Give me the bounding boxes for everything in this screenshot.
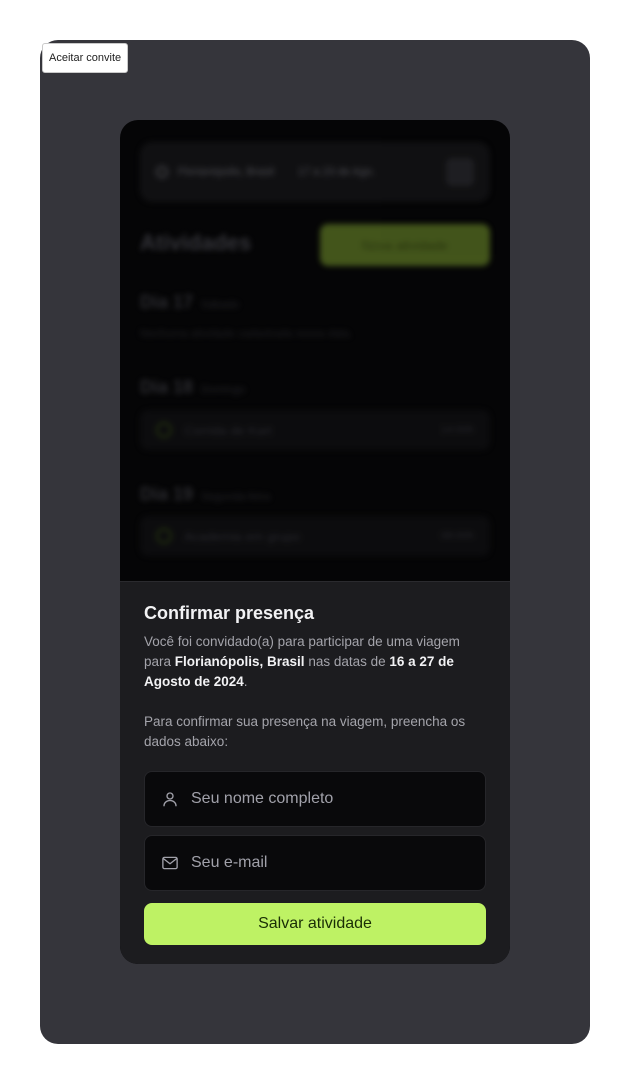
destination-highlight: Florianópolis, Brasil	[174, 654, 305, 669]
map-pin-icon	[156, 166, 168, 178]
mail-icon	[161, 854, 179, 872]
modal-description: Você foi convidado(a) para participar de…	[144, 632, 486, 692]
activities-title: Atividades	[140, 230, 252, 255]
activity-name: Academia em grupo	[184, 528, 301, 544]
check-circle-icon	[156, 528, 172, 544]
save-button[interactable]: Salvar atividade	[144, 903, 486, 945]
day-note: Nenhuma atividade cadastrada nessa data.	[140, 328, 353, 340]
description-text: .	[243, 674, 248, 689]
name-input[interactable]	[191, 790, 469, 808]
new-activity-button: Nova atividade	[320, 224, 490, 266]
activity-item: Academia em grupo 08:00h	[140, 516, 490, 556]
activity-item: Corrida de Kart 14:00h	[140, 410, 490, 450]
day-number: Dia 17	[140, 292, 194, 312]
activity-name: Corrida de Kart	[184, 422, 273, 438]
email-field[interactable]	[144, 835, 486, 891]
modal-title: Confirmar presença	[144, 603, 315, 623]
day-label: Dia 17 Sábado	[140, 292, 239, 313]
day-weekday: Sábado	[201, 299, 239, 311]
modal-instructions: Para confirmar sua presença na viagem, p…	[144, 714, 466, 749]
activity-time: 08:00h	[440, 530, 474, 542]
trip-destination: Florianópolis, Brasil	[178, 166, 274, 178]
settings-icon	[446, 158, 474, 186]
email-input[interactable]	[191, 854, 469, 872]
day-label: Dia 18 Domingo	[140, 377, 245, 398]
tab-aceitar-convite[interactable]: Aceitar convite	[42, 43, 129, 73]
day-label: Dia 19 Segunda-feira	[140, 484, 270, 505]
confirm-presence-modal: Confirmar presença Você foi convidado(a)…	[120, 581, 510, 964]
trip-header: Florianópolis, Brasil 17 a 23 de Ago.	[140, 142, 490, 202]
name-field[interactable]	[144, 771, 486, 827]
activity-time: 14:00h	[440, 424, 474, 436]
blurred-background: Florianópolis, Brasil 17 a 23 de Ago. At…	[120, 120, 510, 590]
day-number: Dia 18	[140, 377, 194, 397]
day-weekday: Segunda-feira	[201, 491, 271, 503]
phone-screen: Florianópolis, Brasil 17 a 23 de Ago. At…	[120, 120, 510, 964]
trip-dates: 17 a 23 de Ago.	[297, 166, 376, 178]
day-number: Dia 19	[140, 484, 194, 504]
user-icon	[161, 790, 179, 808]
check-circle-icon	[156, 422, 172, 438]
description-text: nas datas de	[304, 654, 390, 669]
day-weekday: Domingo	[201, 384, 246, 396]
